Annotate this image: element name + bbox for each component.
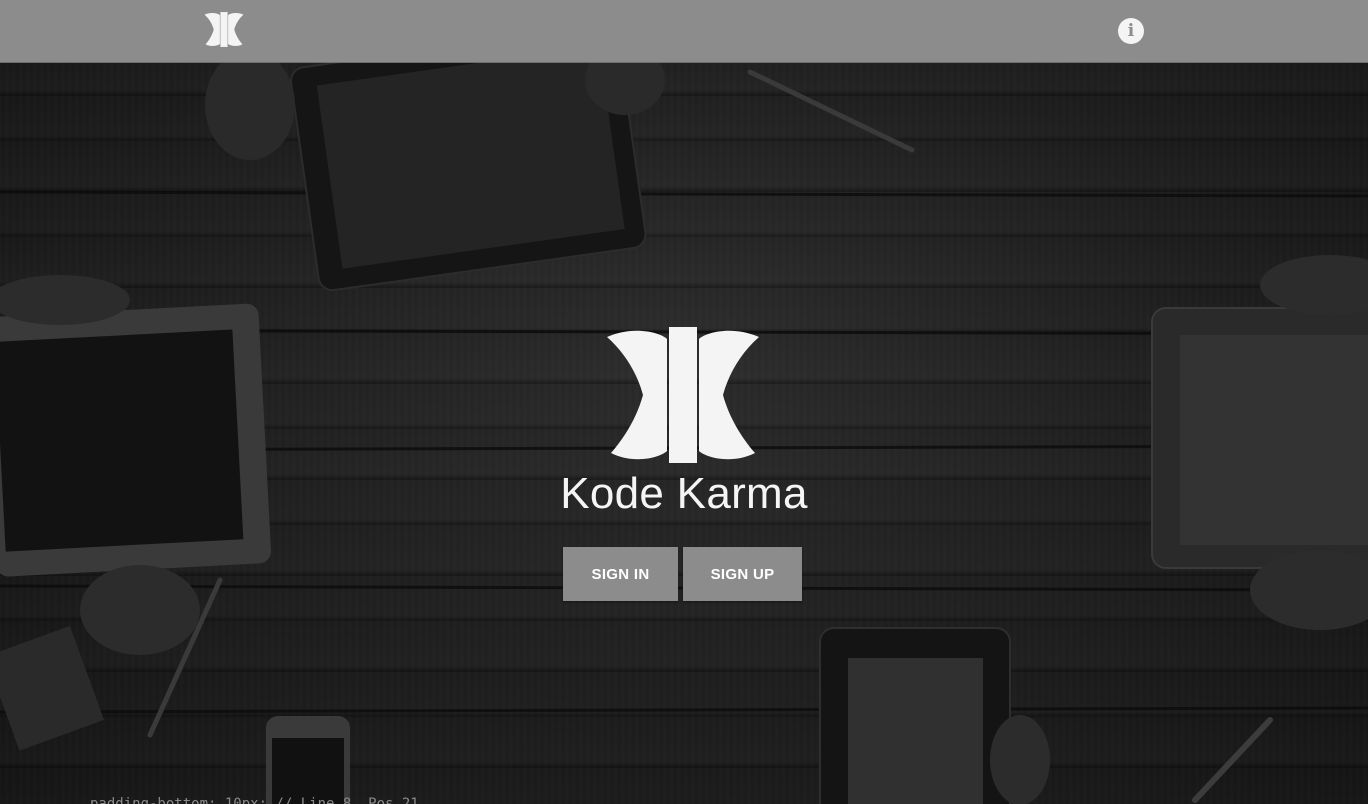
code-fragment-text: padding-bottom: 10px; // Line 8, Pos 21	[90, 796, 419, 804]
kode-karma-logo-icon	[607, 327, 759, 463]
sign-up-button[interactable]: SIGN UP	[683, 547, 802, 601]
sign-in-button[interactable]: SIGN IN	[563, 547, 678, 601]
top-bar: i	[0, 0, 1368, 63]
brand-name: Kode Karma	[560, 469, 808, 518]
info-icon-glyph: i	[1127, 21, 1135, 41]
landing-page: i Kode Karma SIGN IN SIGN UP padding-bot…	[0, 0, 1368, 804]
kode-karma-logo-icon[interactable]	[204, 11, 244, 48]
info-icon[interactable]: i	[1118, 18, 1144, 44]
